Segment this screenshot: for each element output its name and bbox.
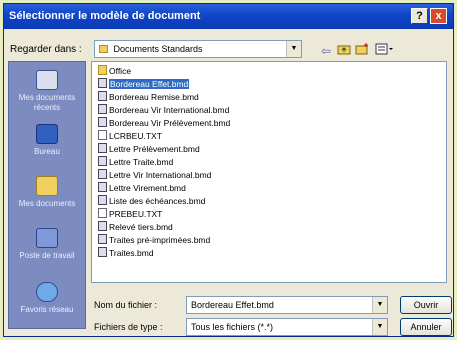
place-my-computer[interactable]: Poste de travail	[9, 224, 85, 272]
list-item[interactable]: Office	[98, 65, 131, 77]
list-item[interactable]: Bordereau Vir International.bmd	[98, 104, 229, 116]
up-folder-icon[interactable]	[335, 42, 353, 60]
cancel-button[interactable]: Annuler	[400, 318, 452, 336]
list-item[interactable]: Traites.bmd	[98, 247, 154, 259]
place-label: Mes documents récents	[18, 93, 76, 112]
filename-value: Bordereau Effet.bmd	[191, 300, 274, 310]
list-item[interactable]: LCRBEU.TXT	[98, 130, 162, 142]
document-icon	[98, 247, 107, 257]
document-icon	[98, 169, 107, 179]
open-button[interactable]: Ouvrir	[400, 296, 452, 314]
filetype-value: Tous les fichiers (*.*)	[191, 322, 274, 332]
dialog-title: Sélectionner le modèle de document	[9, 10, 201, 22]
text-file-icon	[98, 130, 107, 140]
document-icon	[98, 234, 107, 244]
place-my-documents[interactable]: Mes documents	[9, 172, 85, 220]
document-icon	[98, 117, 107, 127]
places-bar: Mes documents récents Bureau Mes documen…	[8, 61, 86, 329]
document-icon	[98, 91, 107, 101]
my-computer-icon	[36, 228, 58, 248]
document-icon	[98, 104, 107, 114]
list-item[interactable]: Lettre Prélèvement.bmd	[98, 143, 200, 155]
place-recent-documents[interactable]: Mes documents récents	[9, 66, 85, 114]
filetype-dropdown[interactable]: Tous les fichiers (*.*) ▼	[186, 318, 388, 336]
list-item[interactable]: Lettre Virement.bmd	[98, 182, 186, 194]
chevron-down-icon[interactable]: ▼	[372, 319, 387, 335]
text-file-icon	[98, 208, 107, 218]
my-documents-icon	[36, 176, 58, 196]
recent-documents-icon	[36, 70, 58, 90]
look-in-label: Regarder dans :	[10, 44, 82, 55]
document-icon	[98, 143, 107, 153]
list-item[interactable]: Bordereau Remise.bmd	[98, 91, 199, 103]
new-folder-icon[interactable]	[353, 42, 371, 60]
back-arrow-icon[interactable]: ⇦	[317, 42, 335, 60]
look-in-dropdown[interactable]: Documents Standards ▼	[94, 40, 302, 58]
filetype-label: Fichiers de type :	[94, 322, 163, 332]
desktop-icon	[36, 124, 58, 144]
document-icon	[98, 78, 107, 88]
place-label: Mes documents	[18, 199, 76, 208]
list-item[interactable]: PREBEU.TXT	[98, 208, 162, 220]
chevron-down-icon[interactable]: ▼	[372, 297, 387, 313]
list-item[interactable]: Liste des échéances.bmd	[98, 195, 205, 207]
document-icon	[98, 195, 107, 205]
look-in-value: Documents Standards	[113, 44, 203, 54]
document-icon	[98, 221, 107, 231]
list-item[interactable]: Traites pré-imprimées.bmd	[98, 234, 210, 246]
list-item[interactable]: Bordereau Effet.bmd	[98, 78, 190, 90]
file-list[interactable]: Office Bordereau Effet.bmd Bordereau Rem…	[91, 61, 447, 283]
list-item[interactable]: Relevé tiers.bmd	[98, 221, 173, 233]
place-desktop[interactable]: Bureau	[9, 120, 85, 168]
place-label: Poste de travail	[19, 251, 75, 260]
place-network[interactable]: Favoris réseau	[9, 278, 85, 326]
open-template-dialog: Sélectionner le modèle de document ? x R…	[3, 3, 454, 337]
help-button[interactable]: ?	[411, 8, 428, 24]
folder-icon	[99, 45, 108, 53]
document-icon	[98, 156, 107, 166]
document-icon	[98, 182, 107, 192]
view-menu-icon[interactable]	[373, 42, 395, 60]
list-item[interactable]: Bordereau Vir Prélèvement.bmd	[98, 117, 230, 129]
close-button[interactable]: x	[430, 8, 447, 24]
place-label: Favoris réseau	[20, 305, 74, 314]
filename-field[interactable]: Bordereau Effet.bmd ▼	[186, 296, 388, 314]
place-label: Bureau	[34, 147, 60, 156]
network-places-icon	[36, 282, 58, 302]
filename-label: Nom du fichier :	[94, 300, 158, 310]
chevron-down-icon[interactable]: ▼	[286, 41, 301, 57]
list-item[interactable]: Lettre Traite.bmd	[98, 156, 173, 168]
list-item[interactable]: Lettre Vir International.bmd	[98, 169, 211, 181]
folder-icon	[98, 65, 107, 75]
title-bar: Sélectionner le modèle de document	[4, 4, 453, 29]
